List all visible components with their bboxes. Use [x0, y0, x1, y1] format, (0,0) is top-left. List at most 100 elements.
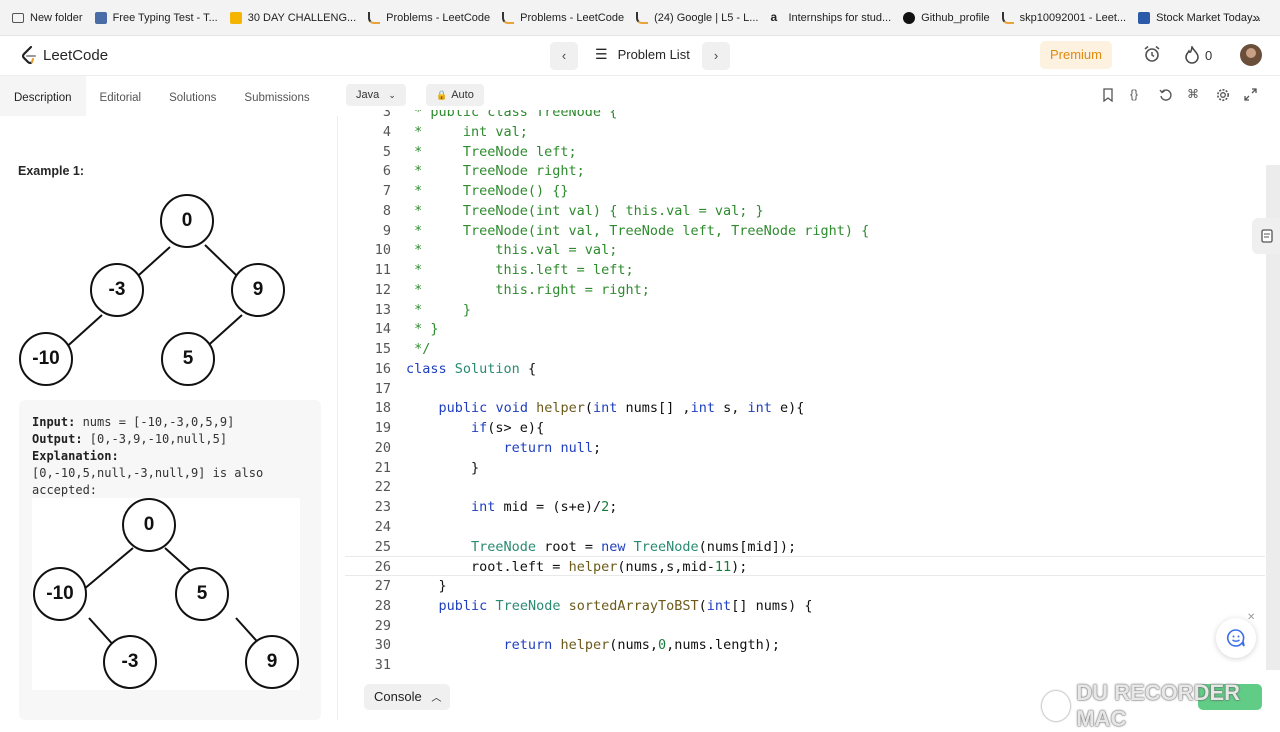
feedback-button[interactable] [1216, 618, 1256, 658]
language-select[interactable]: Java ⌄ [346, 84, 406, 106]
code-line[interactable]: 24 [345, 517, 1265, 537]
console-button[interactable]: Console ︿ [364, 684, 450, 710]
gear-icon[interactable] [1216, 88, 1230, 105]
line-number: 30 [374, 637, 391, 654]
code-line[interactable]: 25 TreeNode root = new TreeNode(nums[mid… [345, 537, 1265, 557]
code-braces-icon[interactable]: {} [1130, 87, 1138, 101]
tab-submissions[interactable]: Submissions [230, 76, 323, 116]
code-line[interactable]: 14 * } [345, 319, 1265, 339]
bookmark-icon[interactable] [1102, 88, 1114, 105]
code-line[interactable]: 6 * TreeNode right; [345, 161, 1265, 181]
code-line[interactable]: 7 * TreeNode() {} [345, 181, 1265, 201]
bookmark-label: Stock Market Today... [1156, 11, 1261, 24]
bookmark-item[interactable]: Stock Market Today... [1138, 11, 1261, 24]
code-text: * TreeNode() {} [406, 183, 569, 199]
input-label: Input: [32, 415, 76, 429]
code-line[interactable]: 13 * } [345, 300, 1265, 320]
code-line[interactable]: 30 return helper(nums,0,nums.length); [345, 635, 1265, 655]
line-number: 19 [374, 420, 391, 436]
example-io-text: Input: nums = [-10,-3,0,5,9] Output: [0,… [32, 414, 312, 499]
code-line[interactable]: 29 [345, 616, 1265, 636]
problem-list-button[interactable]: ☰ Problem List [595, 46, 690, 63]
bookmark-item[interactable]: Problems - LeetCode [368, 11, 491, 24]
line-number: 31 [374, 657, 391, 673]
bookmark-item[interactable]: skp10092001 - Leet... [1001, 11, 1126, 24]
line-number: 8 [382, 202, 391, 219]
code-text: return helper(nums,0,nums.length); [503, 637, 780, 654]
code-line[interactable]: 3 * public class TreeNode { [345, 110, 1265, 122]
bookmark-label: Free Typing Test - T... [112, 11, 218, 24]
shortcuts-icon[interactable]: ⌘ [1187, 87, 1199, 101]
bookmark-item[interactable]: Problems - LeetCode [502, 11, 625, 24]
code-line[interactable]: 23 int mid = (s+e)/2; [345, 497, 1265, 517]
code-text: public void helper(int nums[] ,int s, in… [438, 400, 805, 417]
chat-smile-icon [1227, 629, 1245, 647]
line-number: 13 [374, 301, 391, 318]
reset-icon[interactable] [1159, 88, 1173, 105]
code-line[interactable]: 26 root.left = helper(nums,s,mid-11); [345, 556, 1265, 577]
prev-problem-button[interactable]: ‹ [550, 42, 578, 70]
code-line[interactable]: 31 [345, 655, 1265, 675]
code-line[interactable]: 10 * this.val = val; [345, 240, 1265, 260]
bookmark-item[interactable]: (24) Google | L5 - L... [636, 11, 758, 24]
code-line[interactable]: 11 * this.left = left; [345, 260, 1265, 280]
code-line[interactable]: 5 * TreeNode left; [345, 142, 1265, 162]
line-number: 29 [374, 617, 391, 634]
line-number: 10 [374, 242, 391, 259]
tab-editorial[interactable]: Editorial [86, 76, 156, 116]
bookmark-item[interactable]: a Internships for stud... [770, 11, 892, 24]
code-line[interactable]: 19 if(s> e){ [345, 418, 1265, 438]
code-line[interactable]: 16 class Solution { [345, 359, 1265, 379]
code-line[interactable]: 28 public TreeNode sortedArrayToBST(int[… [345, 596, 1265, 616]
bookmark-item[interactable]: Github_profile [903, 11, 990, 24]
bookmark-label: Internships for stud... [788, 11, 892, 24]
code-line[interactable]: 4 * int val; [345, 122, 1265, 142]
input-value: nums = [-10,-3,0,5,9] [75, 415, 235, 429]
bookmark-label: Problems - LeetCode [520, 11, 625, 24]
code-line[interactable]: 21 } [345, 458, 1265, 478]
close-icon[interactable]: ✕ [1247, 612, 1255, 623]
bookmark-label: Problems - LeetCode [386, 11, 491, 24]
bookmark-item[interactable]: 30 DAY CHALLENG... [229, 11, 356, 24]
tab-solutions[interactable]: Solutions [155, 76, 230, 116]
alarm-clock-icon[interactable] [1142, 44, 1162, 69]
code-text: int mid = (s+e)/2; [471, 499, 618, 515]
tree-node: 5 [175, 567, 229, 621]
tree-node: 5 [161, 332, 215, 386]
code-line[interactable]: 17 [345, 379, 1265, 399]
code-editor[interactable]: 3 * public class TreeNode {4 * int val; 5… [345, 110, 1265, 680]
bookmark-item[interactable]: New folder [12, 12, 83, 24]
bookmarks-overflow-button[interactable]: » [1253, 10, 1260, 25]
avatar[interactable] [1240, 44, 1262, 66]
leetcode-logo[interactable]: LeetCode [20, 45, 108, 65]
line-number: 21 [374, 459, 391, 476]
line-number: 20 [374, 439, 391, 456]
code-line[interactable]: 15 */ [345, 339, 1265, 359]
line-number: 15 [374, 341, 391, 357]
tree-node: -3 [90, 263, 144, 317]
line-number: 3 [382, 110, 391, 120]
line-number: 6 [382, 163, 391, 180]
code-line[interactable]: 27 } [345, 576, 1265, 596]
streak-count: 0 [1205, 47, 1213, 63]
code-text: TreeNode root = new TreeNode(nums[mid]); [471, 538, 797, 555]
code-line[interactable]: 22 [345, 477, 1265, 497]
fullscreen-icon[interactable] [1244, 88, 1257, 104]
list-icon: ☰ [595, 46, 608, 62]
code-line[interactable]: 20 return null; [345, 438, 1265, 458]
premium-button[interactable]: Premium [1040, 41, 1112, 69]
bookmark-item[interactable]: Free Typing Test - T... [94, 11, 218, 24]
code-text: */ [406, 341, 431, 357]
side-panel-tab[interactable] [1252, 218, 1280, 254]
autocomplete-mode[interactable]: 🔒 Auto [426, 84, 484, 106]
streak-counter[interactable]: 0 [1185, 46, 1212, 64]
code-line[interactable]: 9 * TreeNode(int val, TreeNode left, Tre… [345, 221, 1265, 241]
line-number: 4 [382, 123, 391, 140]
tree-node: 0 [122, 498, 176, 552]
tab-description[interactable]: Description [0, 76, 86, 116]
code-line[interactable]: 8 * TreeNode(int val) { this.val = val; … [345, 201, 1265, 221]
code-line[interactable]: 18 public void helper(int nums[] ,int s,… [345, 398, 1265, 418]
next-problem-button[interactable]: › [702, 42, 730, 70]
code-line[interactable]: 12 * this.right = right; [345, 280, 1265, 300]
tree-node: 9 [245, 635, 299, 689]
